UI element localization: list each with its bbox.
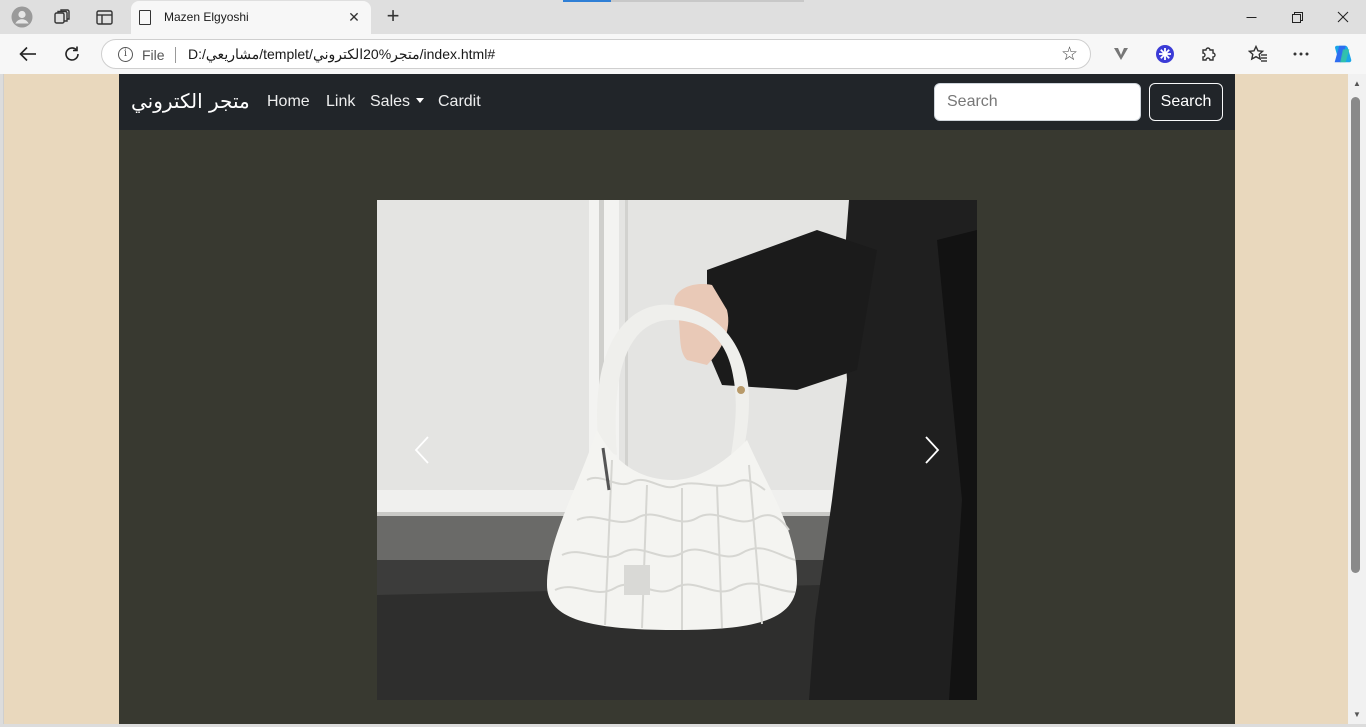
loading-track	[611, 0, 804, 2]
refresh-icon[interactable]	[59, 41, 85, 67]
loading-indicator	[563, 0, 611, 2]
back-arrow-icon[interactable]	[15, 41, 41, 67]
chevron-right-icon	[925, 436, 940, 464]
close-tab-icon[interactable]: ✕	[345, 8, 363, 26]
extension-asterisk-icon[interactable]	[1154, 43, 1176, 65]
extension-v-icon[interactable]	[1110, 43, 1132, 65]
workspaces-icon[interactable]	[51, 6, 73, 28]
site-container: متجر الكتروني Home Link Sales Cardit Sea…	[119, 74, 1235, 724]
nav-link-link[interactable]: Link	[326, 93, 355, 111]
nav-dropdown-sales[interactable]: Sales	[370, 93, 425, 111]
site-navbar: متجر الكتروني Home Link Sales Cardit Sea…	[119, 74, 1235, 130]
product-carousel	[377, 200, 977, 700]
vertical-tabs-icon[interactable]	[93, 6, 115, 28]
favorite-star-icon[interactable]: ☆	[1061, 43, 1078, 66]
caret-down-icon	[416, 98, 425, 103]
close-window-button[interactable]	[1320, 0, 1366, 34]
search-input[interactable]	[934, 83, 1141, 121]
search-button[interactable]: Search	[1149, 83, 1223, 121]
extensions-puzzle-icon[interactable]	[1198, 43, 1220, 65]
divider	[175, 47, 176, 63]
browser-toolbar: i File D:/مشاريعي/templet/متجر%20الكترون…	[0, 34, 1366, 74]
nav-link-home[interactable]: Home	[267, 93, 310, 111]
carousel-previous-button[interactable]	[377, 200, 467, 700]
favorites-icon[interactable]	[1247, 43, 1269, 65]
url-text[interactable]: D:/مشاريعي/templet/متجر%20الكتروني/index…	[188, 46, 495, 63]
restore-button[interactable]	[1274, 0, 1320, 34]
copilot-icon[interactable]	[1331, 43, 1353, 65]
new-tab-button[interactable]: +	[381, 5, 405, 28]
scroll-up-arrow-icon[interactable]: ▲	[1351, 79, 1363, 89]
active-tab[interactable]: Mazen Elgyoshi ✕	[131, 1, 371, 34]
chevron-left-icon	[414, 436, 429, 464]
title-bar: Mazen Elgyoshi ✕ +	[0, 0, 1366, 34]
page-scrollbar[interactable]: ▲ ▼	[1348, 74, 1366, 724]
carousel-next-button[interactable]	[887, 200, 977, 700]
site-info-icon[interactable]: i	[118, 47, 133, 62]
more-menu-icon[interactable]	[1290, 43, 1312, 65]
brand-logo[interactable]: متجر الكتروني	[131, 89, 250, 113]
minimize-button[interactable]	[1228, 0, 1274, 34]
profile-icon[interactable]	[11, 6, 33, 28]
nav-dropdown-sales-label: Sales	[370, 93, 411, 110]
tab-title: Mazen Elgyoshi	[164, 10, 249, 24]
nav-link-cardit[interactable]: Cardit	[438, 93, 481, 111]
address-bar[interactable]: i File D:/مشاريعي/templet/متجر%20الكترون…	[101, 39, 1091, 69]
scrollbar-thumb[interactable]	[1351, 97, 1360, 573]
scroll-down-arrow-icon[interactable]: ▼	[1351, 710, 1363, 720]
page-icon	[139, 10, 151, 25]
page-viewport: متجر الكتروني Home Link Sales Cardit Sea…	[3, 74, 1348, 724]
url-scheme-label: File	[142, 47, 165, 63]
